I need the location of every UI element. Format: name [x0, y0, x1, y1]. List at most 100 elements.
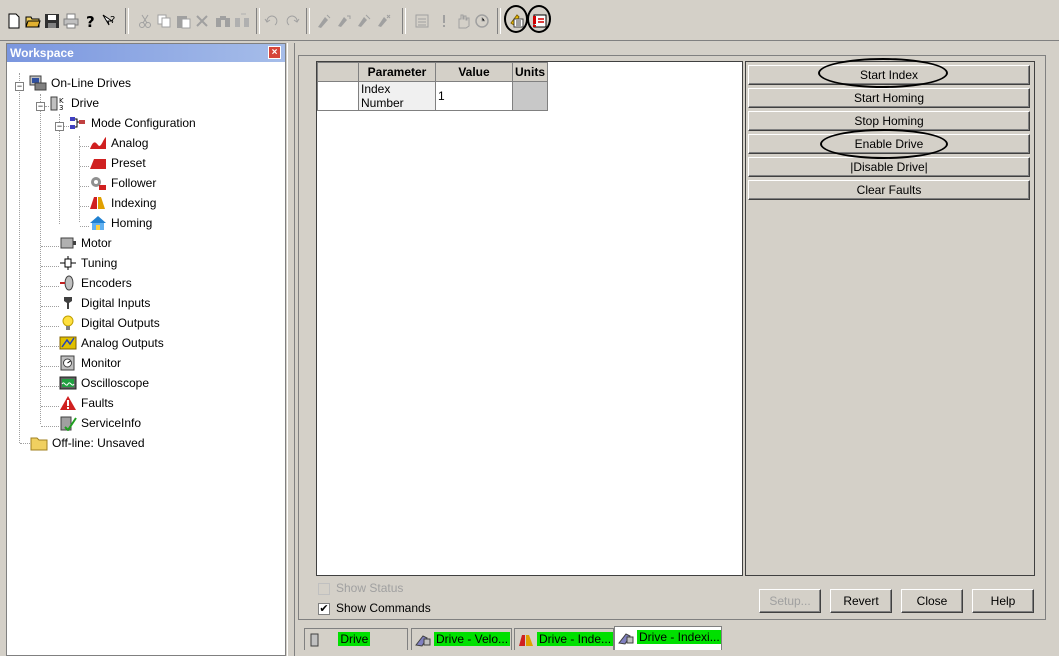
tree-line: [41, 326, 59, 327]
tree-line: [41, 426, 59, 427]
copy-icon[interactable]: [156, 13, 172, 29]
tree-item-online-drives[interactable]: On-Line Drives: [29, 72, 131, 92]
table-row[interactable]: Index Number 1: [317, 81, 548, 111]
tree-item-monitor[interactable]: Monitor: [59, 352, 121, 372]
tree-item-homing[interactable]: Homing: [89, 212, 152, 232]
splitter[interactable]: [287, 43, 295, 656]
disconnect-icon[interactable]: [376, 13, 392, 29]
monitor-icon: [59, 355, 77, 371]
undo-icon[interactable]: [264, 13, 280, 29]
download-icon[interactable]: [356, 13, 372, 29]
svg-text:3: 3: [59, 104, 63, 111]
tab-drive[interactable]: Drive: [304, 628, 408, 650]
toolbar-separator: [125, 8, 129, 34]
calculator-icon[interactable]: [414, 13, 430, 29]
units-cell[interactable]: [512, 81, 548, 111]
stop-homing-button[interactable]: Stop Homing: [748, 111, 1030, 131]
drive-icon: [308, 633, 324, 647]
tree-expander[interactable]: −: [36, 102, 45, 111]
column-header[interactable]: Units: [512, 62, 548, 82]
clear-faults-button[interactable]: Clear Faults: [748, 180, 1030, 200]
oscilloscope-icon: [59, 375, 77, 391]
tab-label: Drive - Inde...: [537, 632, 613, 646]
show-status-checkbox[interactable]: Show Status: [318, 580, 403, 596]
print-icon[interactable]: [63, 13, 79, 29]
column-header[interactable]: Parameter: [358, 62, 436, 82]
lightbulb-icon: [59, 315, 77, 331]
context-help-icon[interactable]: ?: [101, 13, 117, 29]
follower-icon: [89, 175, 107, 191]
row-header: [317, 81, 359, 111]
find-next-icon[interactable]: [234, 13, 250, 29]
connect-icon[interactable]: [316, 13, 332, 29]
analog-output-icon: [59, 335, 77, 351]
tree-item-tuning[interactable]: Tuning: [59, 252, 117, 272]
tree-line: [20, 443, 30, 444]
cut-icon[interactable]: [137, 13, 153, 29]
exclamation-icon[interactable]: [436, 13, 452, 29]
stop-hand-icon[interactable]: [455, 13, 471, 29]
tree-item-mode-configuration[interactable]: Mode Configuration: [69, 112, 196, 132]
disable-drive-button[interactable]: |Disable Drive|: [748, 157, 1030, 177]
close-button[interactable]: Close: [901, 589, 963, 613]
tree-item-offline[interactable]: Off-line: Unsaved: [30, 432, 145, 452]
revert-button[interactable]: Revert: [830, 589, 892, 613]
open-folder-icon[interactable]: [25, 13, 41, 29]
highlight-oval: [818, 58, 948, 88]
tree-item-drive[interactable]: K 3 Drive: [49, 92, 99, 112]
tree-item-oscilloscope[interactable]: Oscilloscope: [59, 372, 149, 392]
tuning-icon: [59, 255, 77, 271]
workspace-panel: Workspace × − On-Line Drives − K 3 Drive −…: [6, 43, 286, 656]
tree-line: [41, 266, 59, 267]
tree-line: [79, 136, 80, 222]
tab-drive-indexing[interactable]: Drive - Inde...: [514, 628, 614, 650]
workspace-title: Workspace: [10, 46, 74, 60]
tab-drive-velocity[interactable]: Drive - Velo...: [411, 628, 512, 650]
checkbox-box: [318, 582, 330, 595]
tree-item-encoders[interactable]: Encoders: [59, 272, 132, 292]
tab-drive-indexing-active[interactable]: Drive - Indexi...: [614, 626, 722, 650]
tree-line: [41, 346, 59, 347]
help-icon[interactable]: ?: [82, 13, 98, 29]
tree-item-digital-inputs[interactable]: Digital Inputs: [59, 292, 150, 312]
find-icon[interactable]: [215, 13, 231, 29]
tree-item-serviceinfo[interactable]: ServiceInfo: [59, 412, 141, 432]
highlight-circle: [504, 5, 528, 33]
upload-icon[interactable]: [336, 13, 352, 29]
tree-item-digital-outputs[interactable]: Digital Outputs: [59, 312, 160, 332]
value-cell[interactable]: 1: [435, 81, 513, 111]
tree-expander[interactable]: −: [15, 82, 24, 91]
parameter-cell[interactable]: Index Number: [358, 81, 436, 111]
setup-button[interactable]: Setup...: [759, 589, 821, 613]
tree-line: [80, 226, 89, 227]
start-homing-button[interactable]: Start Homing: [748, 88, 1030, 108]
digital-input-icon: [59, 295, 77, 311]
parameter-grid-panel: Parameter Value Units Index Number 1: [316, 61, 743, 576]
tree-line: [19, 73, 20, 443]
toolbar-separator: [497, 8, 501, 34]
tree-item-analog-outputs[interactable]: Analog Outputs: [59, 332, 164, 352]
tree-line: [80, 146, 89, 147]
tree-item-follower[interactable]: Follower: [89, 172, 156, 192]
parameter-table: Parameter Value Units Index Number 1: [317, 62, 548, 111]
highlight-oval: [820, 129, 948, 159]
delete-icon[interactable]: [194, 13, 210, 29]
close-icon[interactable]: ×: [268, 46, 281, 59]
column-header[interactable]: Value: [435, 62, 513, 82]
tree-line: [41, 386, 59, 387]
paste-icon[interactable]: [175, 13, 191, 29]
tree-item-motor[interactable]: Motor: [59, 232, 112, 252]
clock-icon[interactable]: [474, 13, 490, 29]
tree-line: [41, 366, 59, 367]
tree-item-faults[interactable]: Faults: [59, 392, 114, 412]
redo-icon[interactable]: [284, 13, 300, 29]
table-header-row: Parameter Value Units: [317, 62, 548, 82]
save-icon[interactable]: [44, 13, 60, 29]
new-file-icon[interactable]: [6, 13, 22, 29]
show-commands-checkbox[interactable]: ✔ Show Commands: [318, 600, 431, 616]
tree-item-analog[interactable]: Analog: [89, 132, 148, 152]
help-button[interactable]: Help: [972, 589, 1034, 613]
tree-item-preset[interactable]: Preset: [89, 152, 146, 172]
tree-item-indexing[interactable]: Indexing: [89, 192, 156, 212]
tree-expander[interactable]: −: [55, 122, 64, 131]
